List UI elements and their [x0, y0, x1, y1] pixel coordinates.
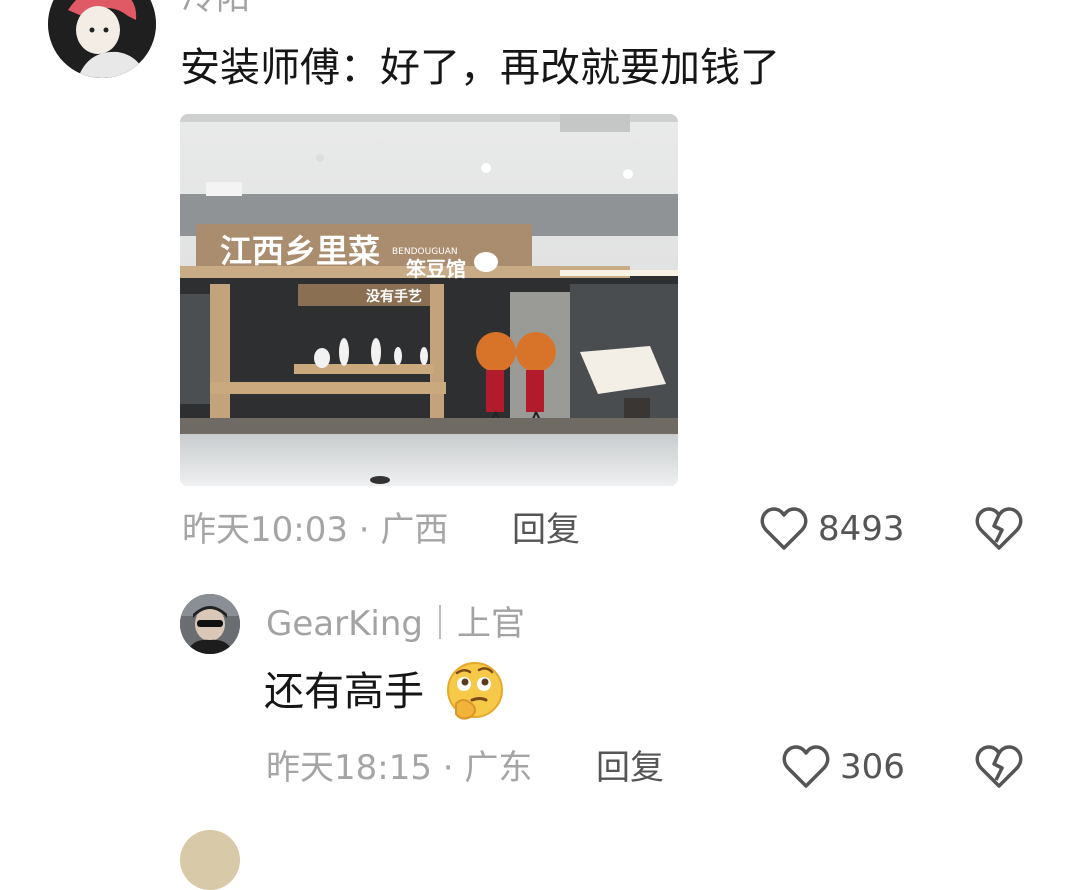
heart-icon	[782, 745, 830, 788]
avatar[interactable]	[180, 594, 240, 654]
comment-timestamp-location: 昨天10:03 · 广西	[182, 510, 449, 550]
comment-text: 安装师傅：好了，再改就要加钱了	[180, 45, 780, 91]
sign-brand-en: BENDOUGUAN	[392, 247, 458, 257]
like-count: 306	[840, 747, 905, 787]
comment-timestamp-location: 昨天18:15 · 广东	[266, 748, 533, 788]
like-button[interactable]: 306	[782, 744, 912, 790]
avatar[interactable]	[48, 0, 156, 78]
dislike-button[interactable]	[974, 506, 1024, 552]
heart-icon	[760, 507, 808, 550]
thinking-face-emoji	[442, 660, 508, 724]
broken-heart-icon	[975, 745, 1023, 788]
like-count: 8493	[818, 509, 905, 549]
reply-button[interactable]: 回复	[512, 508, 580, 552]
avatar[interactable]	[180, 830, 240, 890]
avatar-photo	[180, 594, 240, 654]
dislike-button[interactable]	[974, 744, 1024, 790]
comment-username[interactable]: GearKing｜上官	[266, 602, 525, 646]
sign-brand-cn: 笨豆馆	[406, 257, 466, 281]
reply-button[interactable]: 回复	[596, 746, 664, 790]
comment-text: 还有高手	[264, 669, 424, 715]
avatar-illustration	[48, 0, 156, 78]
thinking-face-icon	[447, 662, 503, 720]
sign-main-text: 江西乡里菜	[220, 232, 380, 270]
broken-heart-icon	[975, 507, 1023, 550]
sign-sub-text: 没有手艺	[366, 288, 422, 305]
comment-username[interactable]: 冷阳	[182, 0, 250, 18]
comment-image[interactable]: 江西乡里菜 BENDOUGUAN 笨豆馆 没有手艺	[180, 114, 678, 486]
like-button[interactable]: 8493	[760, 506, 910, 552]
restaurant-photo: 江西乡里菜 BENDOUGUAN 笨豆馆 没有手艺	[180, 114, 678, 486]
